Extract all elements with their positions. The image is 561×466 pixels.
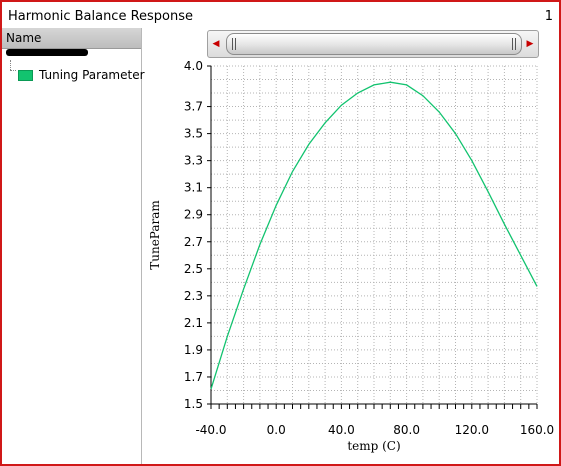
redacted-item	[6, 49, 88, 56]
y-tick-label: 3.7	[184, 100, 203, 114]
title-bar: Harmonic Balance Response 1	[2, 2, 559, 28]
scrollbar-thumb[interactable]	[226, 33, 522, 55]
y-tick-label: 4.0	[184, 59, 203, 73]
y-tick-label: 2.9	[184, 208, 203, 222]
y-tick-label: 2.7	[184, 235, 203, 249]
thumb-grip-left[interactable]	[232, 38, 236, 50]
y-tick-label: 3.5	[184, 127, 203, 141]
x-tick-label: 40.0	[328, 423, 355, 437]
name-column-header[interactable]: Name	[2, 28, 141, 49]
y-tick-label: 2.5	[184, 262, 203, 276]
y-tick-label: 1.7	[184, 370, 203, 384]
y-axis-title: TuneParam	[148, 200, 162, 270]
x-tick-label: 160.0	[520, 423, 554, 437]
series-line-tuning-parameter	[210, 81, 538, 390]
y-tick-label: 2.3	[184, 289, 203, 303]
tree-connector-horizontal	[10, 70, 16, 71]
signal-list-panel: Name Tuning Parameter	[2, 28, 145, 464]
thumb-grip-right[interactable]	[512, 38, 516, 50]
left-arrow-icon[interactable]: ◀	[209, 33, 223, 55]
x-axis-title: temp (C)	[347, 439, 400, 453]
y-tick-label: 2.1	[184, 316, 203, 330]
tree-connector-vertical	[10, 60, 11, 70]
x-tick-label: 0.0	[267, 423, 286, 437]
name-header-label: Name	[6, 31, 42, 45]
response-chart: -40.0 0.0 40.0 80.0 120.0 160.0 1.5 1.7 1.9 2.1 2.…	[148, 59, 554, 453]
legend-label: Tuning Parameter	[39, 68, 145, 82]
harmonic-balance-window: Harmonic Balance Response 1 Name Tuning …	[0, 0, 561, 466]
y-tick-label: 1.9	[184, 343, 203, 357]
x-tick-label: 120.0	[455, 423, 489, 437]
series-color-swatch	[18, 70, 33, 81]
x-tick-label: -40.0	[195, 423, 226, 437]
right-arrow-icon[interactable]: ▶	[523, 33, 537, 55]
page-number: 1	[544, 9, 553, 24]
y-tick-label: 1.5	[184, 397, 203, 411]
window-title: Harmonic Balance Response	[8, 9, 194, 24]
horizontal-scrollbar[interactable]: ◀ ▶	[207, 30, 539, 58]
y-tick-label: 3.1	[184, 181, 203, 195]
y-tick-label: 3.3	[184, 154, 203, 168]
x-tick-label: 80.0	[393, 423, 420, 437]
